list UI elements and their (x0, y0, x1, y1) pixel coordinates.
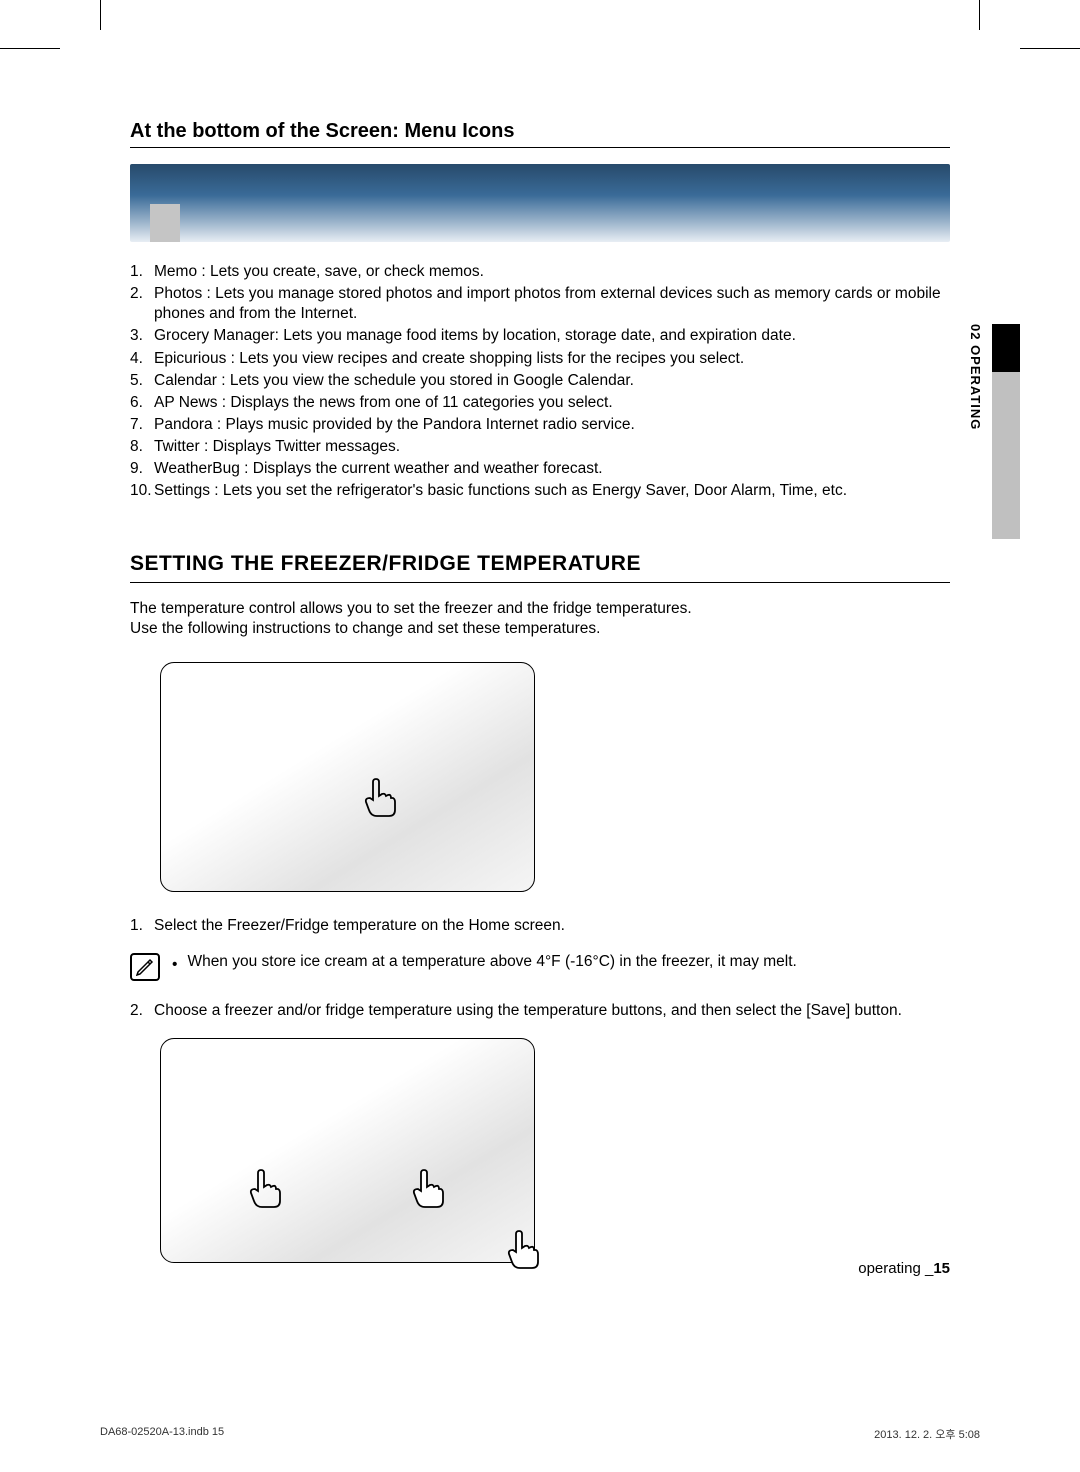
step-1: 1. Select the Freezer/Fridge temperature… (130, 916, 950, 937)
menu-item-pandora: Pandora : Plays music provided by the Pa… (154, 415, 635, 435)
page-footer: operating _15 (858, 1260, 950, 1277)
menu-item-grocery: Grocery Manager: Lets you manage food it… (154, 326, 796, 346)
intro-line-1: The temperature control allows you to se… (130, 599, 950, 620)
home-screen-illustration (160, 662, 535, 892)
print-timestamp: 2013. 12. 2. 오후 5:08 (874, 1426, 980, 1442)
intro-line-2: Use the following instructions to change… (130, 619, 950, 640)
hand-pointer-icon (361, 778, 401, 828)
page-number: 15 (933, 1260, 950, 1277)
note-row: • When you store ice cream at a temperat… (130, 953, 950, 981)
menu-item-weatherbug: WeatherBug : Displays the current weathe… (154, 459, 603, 479)
heading-setting-temperature: SETTING THE FREEZER/FRIDGE TEMPERATURE (130, 552, 950, 583)
step-1-text: Select the Freezer/Fridge temperature on… (154, 916, 565, 937)
menu-icons-list: 1.Memo : Lets you create, save, or check… (130, 262, 950, 502)
temperature-intro: The temperature control allows you to se… (130, 599, 950, 641)
menu-item-settings: Settings : Lets you set the refrigerator… (154, 481, 847, 501)
step-2: 2. Choose a freezer and/or fridge temper… (130, 1001, 950, 1022)
menu-item-twitter: Twitter : Displays Twitter messages. (154, 437, 400, 457)
note-icon (130, 953, 160, 981)
temperature-screen-illustration (160, 1038, 535, 1263)
menu-item-calendar: Calendar : Lets you view the schedule yo… (154, 371, 634, 391)
step-2-text: Choose a freezer and/or fridge temperatu… (154, 1001, 902, 1022)
hand-pointer-icon (246, 1169, 286, 1219)
menu-item-epicurious: Epicurious : Lets you view recipes and c… (154, 349, 744, 369)
hand-pointer-icon (409, 1169, 449, 1219)
print-file: DA68-02520A-13.indb 15 (100, 1426, 224, 1442)
menu-bar-screenshot (130, 164, 950, 242)
footer-section: operating _ (858, 1260, 933, 1277)
hand-pointer-icon (504, 1230, 544, 1280)
print-meta-footer: DA68-02520A-13.indb 15 2013. 12. 2. 오후 5… (100, 1426, 980, 1442)
menu-item-apnews: AP News : Displays the news from one of … (154, 393, 613, 413)
note-text: When you store ice cream at a temperatur… (187, 953, 796, 971)
menu-item-photos: Photos : Lets you manage stored photos a… (154, 284, 950, 324)
section-title-menu-icons: At the bottom of the Screen: Menu Icons (130, 120, 950, 148)
menu-item-memo: Memo : Lets you create, save, or check m… (154, 262, 484, 282)
